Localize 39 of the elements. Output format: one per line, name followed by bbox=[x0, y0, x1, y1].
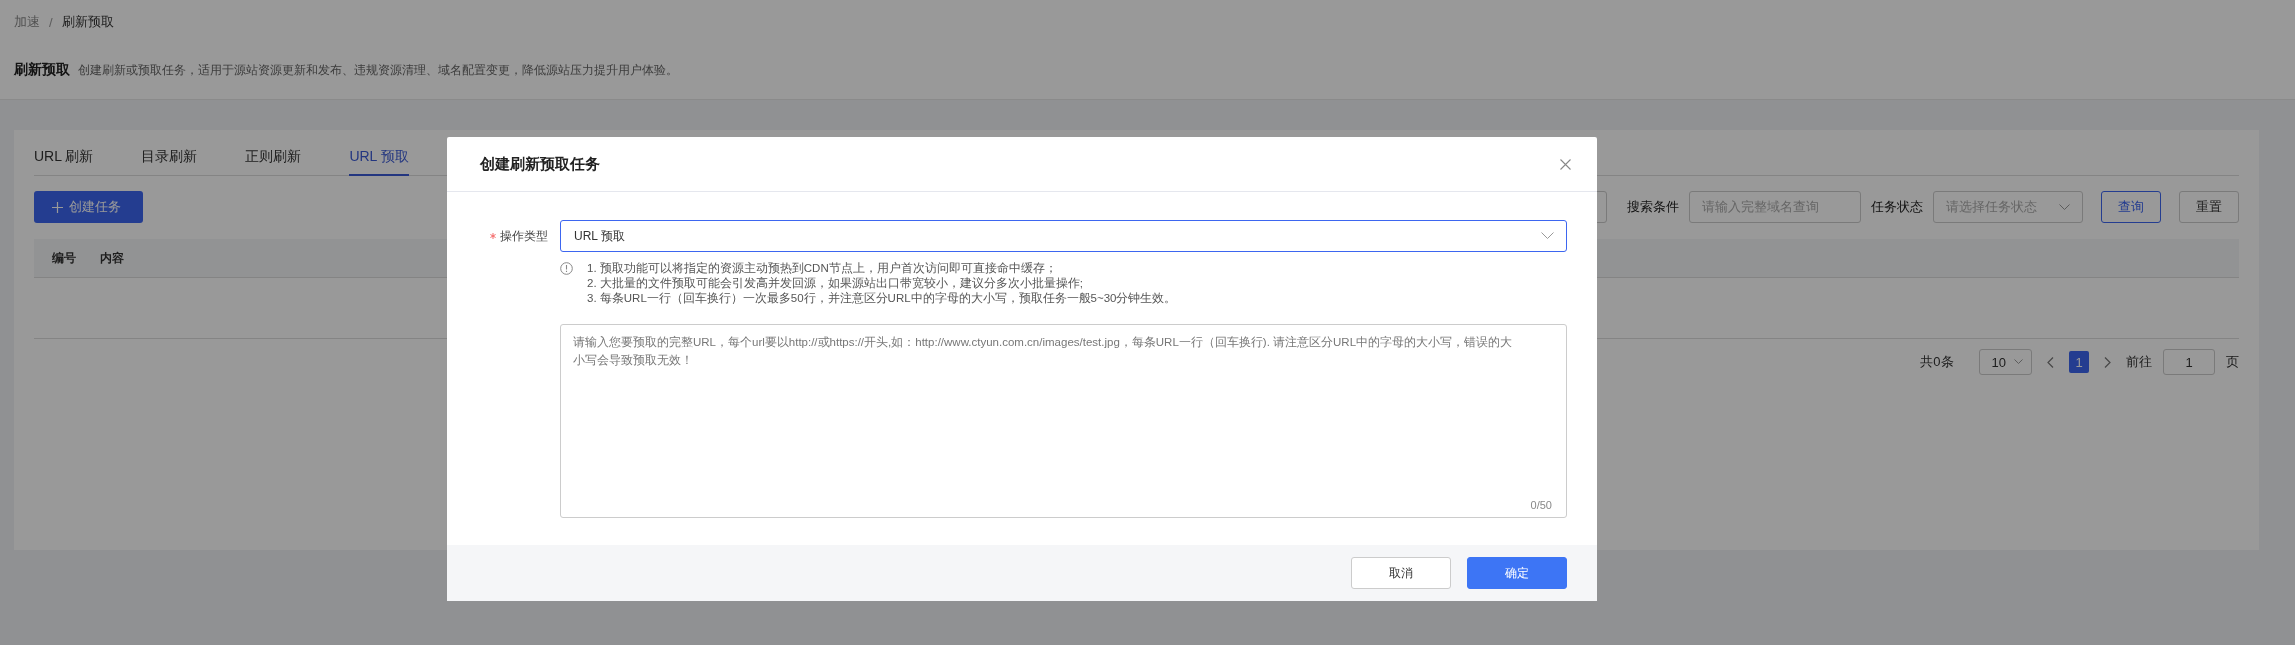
note-line: 3. 每条URL一行（回车换行）一次最多50行，并注意区分URL中的字母的大小写，预取任务一般5~30分钟生效。 bbox=[587, 291, 1177, 306]
operation-type-select[interactable]: URL 预取 bbox=[560, 220, 1567, 252]
goto-page-field[interactable]: 1 bbox=[2163, 349, 2215, 375]
previous-page-icon[interactable] bbox=[2047, 356, 2054, 368]
field-label: 操作类型 bbox=[500, 227, 548, 245]
tab[interactable]: 正则刷新 bbox=[245, 138, 302, 176]
create-task-button[interactable]: 创建任务 bbox=[34, 191, 143, 223]
column-header: 内容 bbox=[100, 249, 124, 267]
next-page-icon[interactable] bbox=[2104, 356, 2111, 368]
close-icon[interactable] bbox=[1560, 158, 1571, 170]
note-line: 2. 大批量的文件预取可能会引发高并发回源，如果源站出口带宽较小，建议分多次小批量操作; bbox=[587, 276, 1084, 291]
tab[interactable]: URL 刷新 bbox=[34, 138, 94, 176]
total-count: 共0条 bbox=[1920, 353, 1954, 371]
breadcrumb-item[interactable]: 加速 bbox=[14, 13, 40, 31]
note-line: 1. 预取功能可以将指定的资源主动预热到CDN节点上，用户首次访问即可直接命中缓存； bbox=[587, 261, 1058, 276]
filter-label: 任务状态 bbox=[1871, 198, 1923, 216]
column-header: 编号 bbox=[52, 249, 76, 267]
filter-button[interactable]: 查询 bbox=[2101, 191, 2161, 223]
url-textarea[interactable]: 请输入您要预取的完整URL，每个url要以http://或https://开头,如：http://www.ctyun.com.cn/images/test.jpg，每条URL一行（回车换行). 请注意区分URL中的字母的大小写，错误的大小写会导致预取无效！ 0/50 bbox=[560, 324, 1567, 518]
confirm-button[interactable]: 确定 bbox=[1467, 557, 1567, 589]
chevron-down-icon bbox=[2059, 203, 2070, 211]
chevron-down-icon bbox=[2014, 359, 2023, 365]
plus-icon bbox=[52, 201, 63, 213]
page-description: 创建刷新或预取任务，适用于源站资源更新和发布、违规资源清理、域名配置变更，降低源站压力提升用户体验。 bbox=[78, 62, 678, 79]
page-title: 刷新预取 bbox=[14, 61, 70, 79]
breadcrumb-separator: / bbox=[49, 14, 53, 30]
page-number[interactable]: 1 bbox=[2069, 351, 2089, 373]
info-icon bbox=[560, 262, 573, 275]
page-size-select[interactable]: 10 bbox=[1978, 349, 2032, 375]
goto-label: 前往 bbox=[2126, 353, 2152, 371]
filter-button[interactable]: 重置 bbox=[2179, 191, 2239, 223]
breadcrumb-item: 刷新预取 bbox=[61, 13, 114, 31]
filter-label: 搜索条件 bbox=[1627, 198, 1679, 216]
tab[interactable]: 目录刷新 bbox=[141, 138, 198, 176]
chevron-down-icon bbox=[1541, 232, 1554, 240]
tab[interactable]: URL 预取 bbox=[349, 138, 409, 176]
goto-suffix: 页 bbox=[2226, 353, 2239, 371]
dialog-title: 创建刷新预取任务 bbox=[480, 154, 600, 174]
cancel-button[interactable]: 取消 bbox=[1351, 557, 1451, 589]
